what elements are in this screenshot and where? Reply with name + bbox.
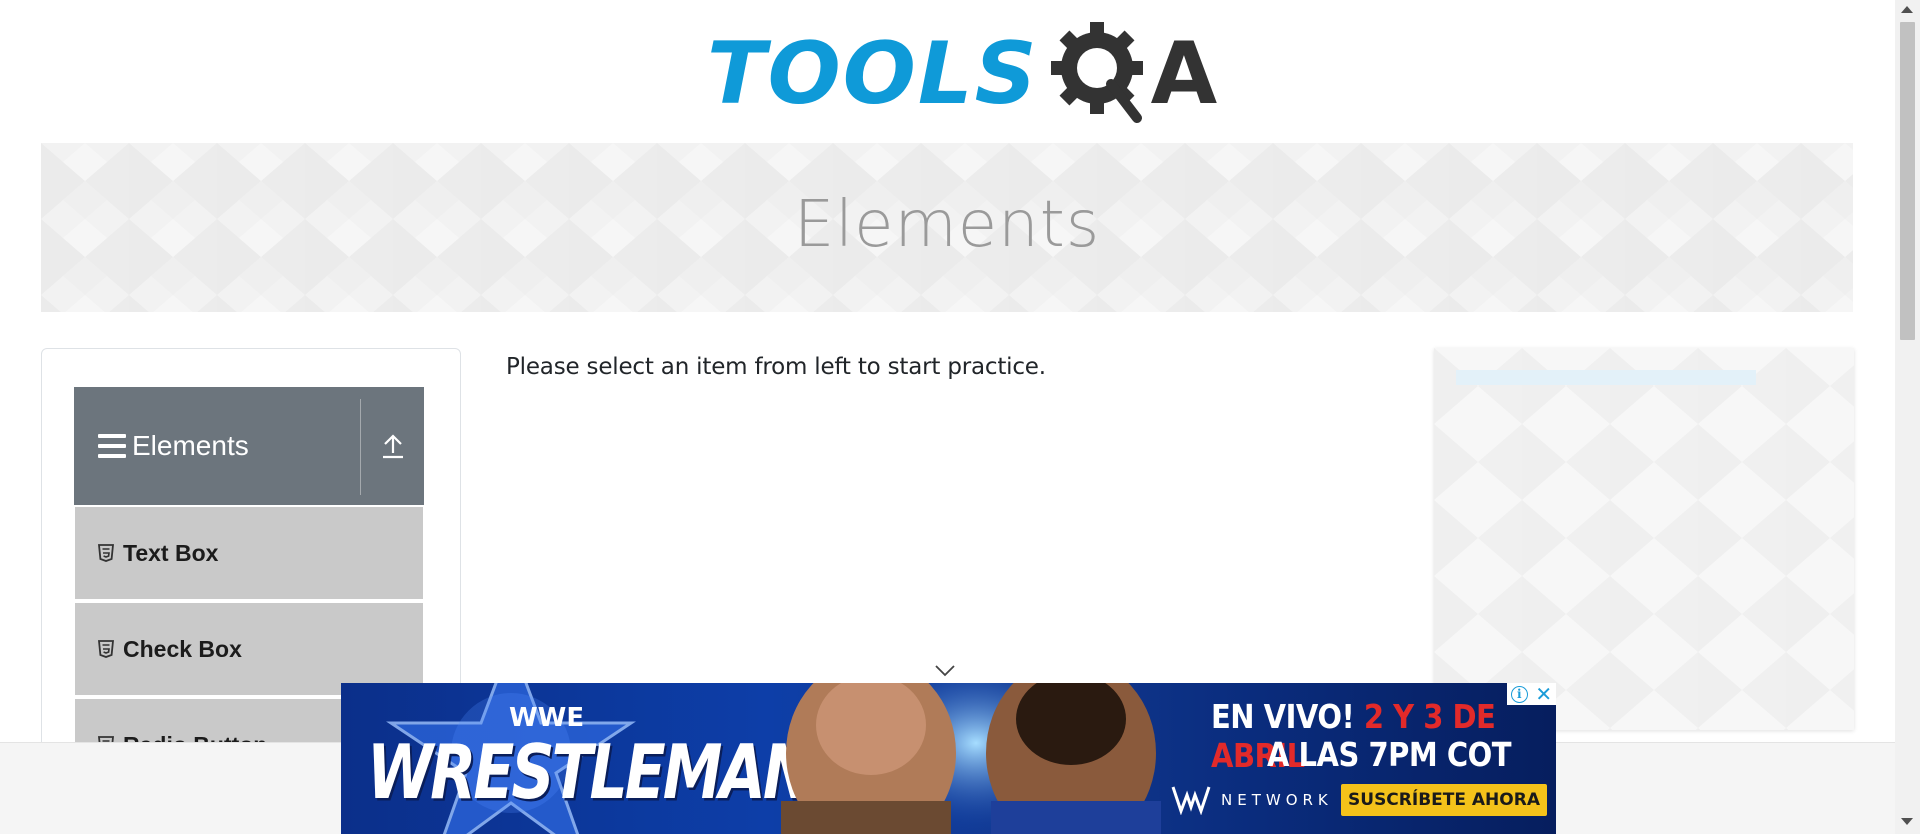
bottom-ad-banner[interactable]: WWE WRESTLEMANIA EN VIVO! 2 Y 3 DE ABRIL…	[341, 683, 1556, 834]
logo-tools-text: TOOLS	[707, 24, 1039, 124]
ad-network-label: NETWORK	[1221, 791, 1333, 809]
html5-icon	[98, 640, 114, 658]
sidebar-item-label: Check Box	[123, 635, 242, 662]
scroll-thumb[interactable]	[1900, 22, 1915, 340]
sidebar-item-label: Text Box	[123, 539, 219, 566]
site-header: TOOLS A	[0, 0, 1895, 140]
toolsqa-logo[interactable]: TOOLS A	[707, 18, 1217, 130]
ad-choices: i ✕	[1507, 683, 1556, 705]
page-scrollbar[interactable]	[1895, 0, 1920, 834]
sidebar-group-elements[interactable]: Elements	[74, 387, 424, 505]
scroll-up-arrow-icon[interactable]	[1901, 6, 1913, 13]
right-ad-pattern	[1434, 348, 1854, 730]
wwe-network-logo-icon	[1171, 786, 1211, 815]
page-title: Elements	[793, 188, 1101, 262]
main-instruction: Please select an item from left to start…	[506, 354, 1046, 380]
page-banner: Elements	[41, 143, 1853, 312]
right-ad-placeholder	[1434, 348, 1854, 730]
ad-wrestlers-image	[781, 683, 1161, 834]
right-ad-loading-bar	[1456, 370, 1756, 385]
logo-a-text: A	[1150, 24, 1218, 124]
ad-line-2: A LAS 7PM COT	[1267, 735, 1512, 775]
ad-subscribe-button[interactable]: SUSCRÍBETE AHORA	[1341, 784, 1547, 816]
ad-line-1-white: EN VIVO!	[1211, 697, 1355, 737]
ad-info-icon[interactable]: i	[1510, 685, 1528, 703]
collapse-up-icon[interactable]	[361, 387, 424, 505]
sidebar-group-title: Elements	[132, 430, 249, 461]
sidebar-item-text-box[interactable]: Text Box	[75, 507, 423, 601]
ad-close-icon[interactable]: ✕	[1535, 684, 1552, 704]
html5-icon	[98, 544, 114, 562]
hamburger-icon	[98, 434, 126, 458]
chevron-down-icon[interactable]	[934, 664, 956, 678]
logo-gear-q-icon	[1045, 18, 1157, 130]
scroll-down-arrow-icon[interactable]	[1901, 818, 1913, 825]
